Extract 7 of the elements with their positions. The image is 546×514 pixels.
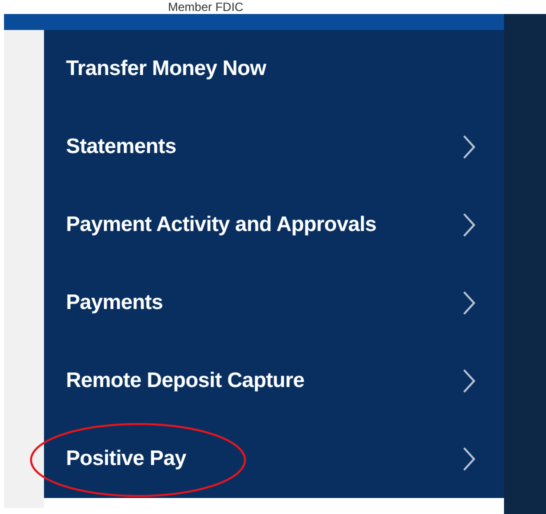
menu-item[interactable]: Positive Pay: [66, 447, 186, 471]
menu-item[interactable]: Transfer Money Now: [66, 57, 266, 81]
menu-item[interactable]: Payments: [66, 291, 163, 315]
member-fdic-text: Member FDIC: [168, 0, 244, 14]
menu-item[interactable]: Statements: [66, 135, 176, 159]
menu-item[interactable]: Remote Deposit Capture: [66, 369, 304, 393]
menu-item[interactable]: Payment Activity and Approvals: [66, 213, 376, 237]
